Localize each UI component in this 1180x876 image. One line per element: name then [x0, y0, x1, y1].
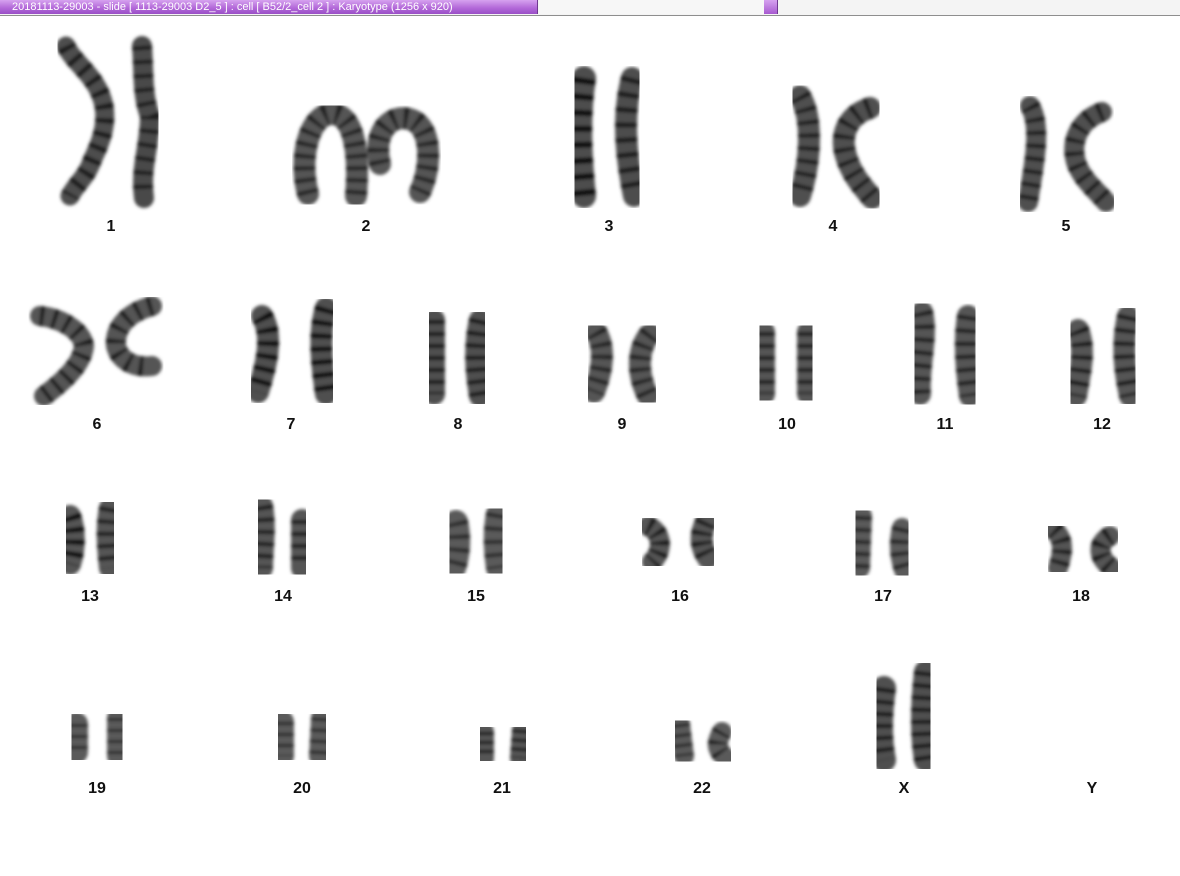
- chromosome-label-11: 11: [936, 416, 954, 433]
- chromosome-label-22: 22: [693, 780, 711, 797]
- chromosome-label-17: 17: [874, 588, 892, 605]
- chromosome-label-4: 4: [828, 218, 838, 235]
- chromosome-label-3: 3: [604, 218, 614, 235]
- chromosome-pair-X-image: [869, 660, 938, 772]
- title-bar-handle[interactable]: [764, 0, 778, 14]
- chromosome-label-6: 6: [92, 416, 102, 433]
- chromosome-label-9: 9: [617, 416, 627, 433]
- chromosome-label-21: 21: [493, 780, 511, 797]
- chromosome-label-10: 10: [778, 416, 796, 433]
- chromosome-label-16: 16: [671, 588, 689, 605]
- chromosome-label-Y: Y: [1086, 780, 1098, 797]
- title-bar-spacer: [539, 0, 765, 14]
- chromosome-label-X: X: [898, 780, 910, 797]
- chromosome-label-2: 2: [361, 218, 371, 235]
- chromosome-label-14: 14: [274, 588, 292, 605]
- chromosome-pair-Y[interactable]: [1060, 656, 1120, 766]
- title-bar: 20181113-29003 - slide [ 1113-29003 D2_5…: [0, 0, 1180, 16]
- window-title[interactable]: 20181113-29003 - slide [ 1113-29003 D2_5…: [0, 0, 538, 14]
- chromosome-label-7: 7: [286, 416, 296, 433]
- chromosome-label-19: 19: [88, 780, 106, 797]
- chromosome-label-8: 8: [453, 416, 463, 433]
- chromosome-label-13: 13: [81, 588, 99, 605]
- chromosome-label-18: 18: [1072, 588, 1090, 605]
- chromosome-label-1: 1: [106, 218, 116, 235]
- chromosome-label-20: 20: [293, 780, 311, 797]
- karyotype-canvas: 1 2 3 4 5 6 7 8 9 10 11 12 13 14 15 16 1…: [0, 16, 1180, 864]
- chromosome-label-15: 15: [467, 588, 485, 605]
- chromosome-label-5: 5: [1061, 218, 1071, 235]
- chromosome-label-12: 12: [1093, 416, 1111, 433]
